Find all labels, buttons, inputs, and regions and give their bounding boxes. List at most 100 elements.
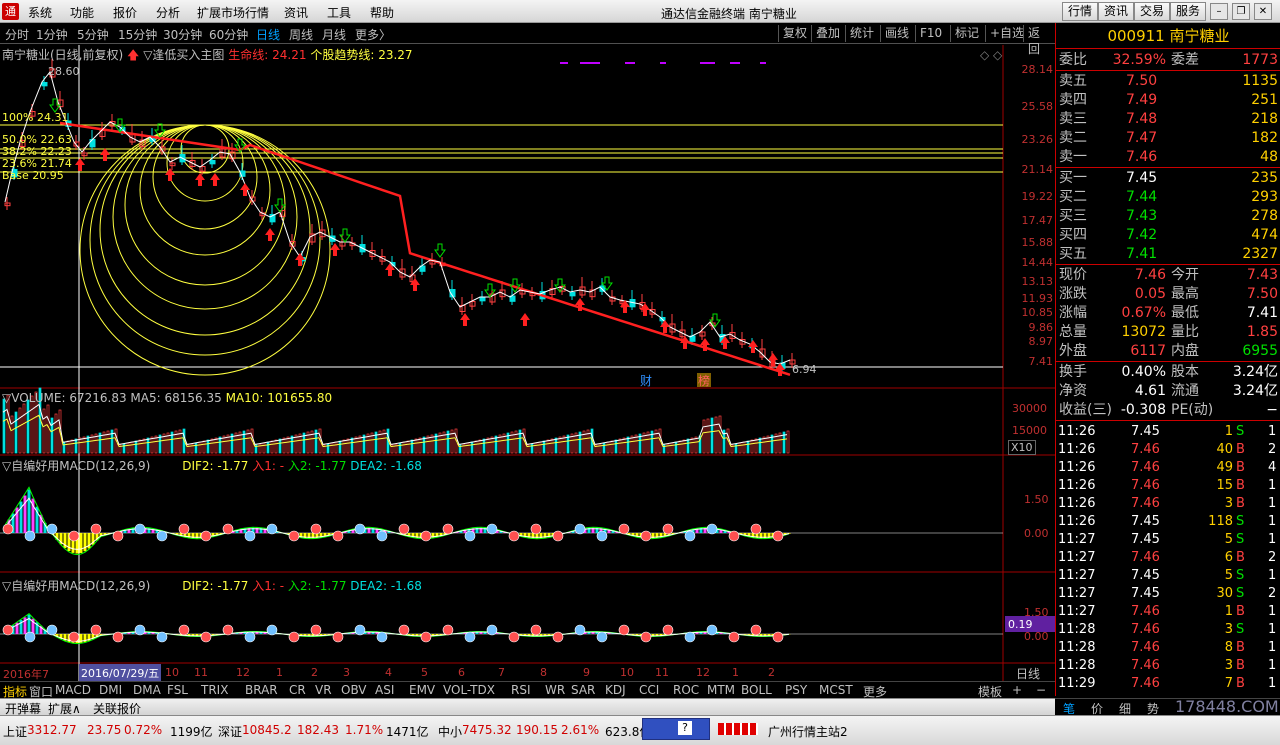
indicator-tab[interactable]: EMV [409,683,435,697]
period-monthly[interactable]: 月线 [322,26,346,43]
period-daily[interactable]: 日线 [256,26,280,43]
menu-extended-market[interactable]: 扩展市场行情 [197,4,269,21]
service-button[interactable]: 服务 [1170,2,1207,21]
period-5min[interactable]: 5分钟 [77,26,109,43]
indicator-tab[interactable]: WR [545,683,565,697]
statistics-button[interactable]: 统计 [845,25,878,42]
quote-row: 净资 4.61 流通 3.24亿 [1056,382,1280,401]
quotes-button[interactable]: 行情 [1062,2,1099,21]
indicator-tab-right[interactable]: − [1036,683,1046,697]
indicator-tab[interactable]: TRIX [201,683,228,697]
orderbook-row[interactable]: 卖一 7.46 48 [1056,148,1280,167]
orderbook-row[interactable]: 卖二 7.47 182 [1056,129,1280,148]
macd-signal-dot [574,624,586,636]
indicator-tab[interactable]: DMI [99,683,122,697]
add-watchlist-button[interactable]: +自选 [985,25,1028,42]
period-15min[interactable]: 15分钟 [118,26,157,43]
server-name[interactable]: 广州行情主站2 [768,723,848,740]
menu-tools[interactable]: 工具 [327,4,351,21]
trade-button[interactable]: 交易 [1134,2,1171,21]
indicator-tab[interactable]: RSI [511,683,531,697]
indicator-tab[interactable]: CCI [639,683,659,697]
menu-quotes[interactable]: 报价 [113,4,137,21]
volume-bar [614,439,618,454]
restore-icon[interactable]: ❐ [1232,3,1250,20]
orderbook-row[interactable]: 买三 7.43 278 [1056,207,1280,226]
orderbook-row[interactable]: 买二 7.44 293 [1056,188,1280,207]
indicator-tab[interactable]: ROC [673,683,699,697]
indicator-tab[interactable]: MCST [819,683,853,697]
indicator-tab[interactable]: MTM [707,683,735,697]
macd-signal-dot [398,624,410,636]
indicator-tab[interactable]: KDJ [605,683,626,697]
volume-bar [142,438,146,454]
volume-bar [466,442,470,454]
macd1-name[interactable]: ▽自编好用MACD(12,26,9) [2,459,150,473]
menu-news[interactable]: 资讯 [284,4,308,21]
macd2-in2: 入2: -1.77 [287,579,347,593]
macd-signal-dot [244,631,256,643]
period-weekly[interactable]: 周线 [289,26,313,43]
f10-button[interactable]: F10 [915,25,946,42]
volume-bar [134,440,138,454]
volume-bar [74,438,78,454]
period-1min[interactable]: 1分钟 [36,26,68,43]
orderbook-row[interactable]: 买四 7.42 474 [1056,226,1280,245]
draw-line-button[interactable]: 画线 [880,25,913,42]
back-button[interactable]: 返回 [1023,25,1055,56]
help-icon[interactable]: ? [678,721,692,735]
volume-ma10: MA10: 101655.80 [225,391,333,405]
indicator-tab[interactable]: OBV [341,683,367,697]
indicator-tab[interactable]: VOL-TDX [443,683,495,697]
buy-arrow-icon [210,173,220,186]
orderbook-row[interactable]: 卖四 7.49 251 [1056,91,1280,110]
indicator-tab[interactable]: SAR [571,683,595,697]
menu-help[interactable]: 帮助 [370,4,394,21]
orderbook-row[interactable]: 买五 7.41 2327 [1056,245,1280,264]
trade-tick-row: 11:27 7.46 6 B 2 [1056,549,1280,567]
macd-signal-dot [200,631,212,643]
volume-header: ▽VOLUME: 67216.83 MA5: 68156.35 MA10: 10… [2,391,332,405]
indicator-tab[interactable]: DMA [133,683,161,697]
indicator-tab[interactable]: FSL [167,683,188,697]
indicator-tab[interactable]: BOLL [741,683,772,697]
indicator-tab[interactable]: ASI [375,683,394,697]
indicator-tab[interactable]: VR [315,683,332,697]
orderbook-row[interactable]: 买一 7.45 235 [1056,169,1280,188]
macd-signal-dot [684,631,696,643]
indicator-tab-right[interactable]: + [1012,683,1022,697]
indicator-tab[interactable]: BRAR [245,683,278,697]
mark-button[interactable]: 标记 [950,25,983,42]
period-60min[interactable]: 60分钟 [209,26,248,43]
period-30min[interactable]: 30分钟 [163,26,202,43]
macd2-name[interactable]: ▽自编好用MACD(12,26,9) [2,579,150,593]
adjust-button[interactable]: 复权 [778,25,811,42]
date-tick: 1 [732,666,739,679]
orderbook-row[interactable]: 卖三 7.48 218 [1056,110,1280,129]
main-indicator-name[interactable]: ▽逢低买入主图 [143,48,224,62]
assistant-widget[interactable] [642,718,710,740]
volume-label[interactable]: ▽VOLUME: 67216.83 [2,391,127,405]
volume-bar [346,438,350,454]
menu-analysis[interactable]: 分析 [156,4,180,21]
indicator-tab[interactable]: CR [289,683,306,697]
overlay-button[interactable]: 叠加 [811,25,844,42]
tick-count: 1 [1268,496,1277,511]
menu-system[interactable]: 系统 [28,4,52,21]
orderbook-row[interactable]: 卖五 7.50 1135 [1056,72,1280,91]
close-icon[interactable]: ✕ [1254,3,1272,20]
minimize-icon[interactable]: – [1210,3,1228,20]
period-more[interactable]: 更多〉 [355,26,391,43]
macd-signal-dot [2,523,14,535]
tick-volume: 3 [1224,496,1233,511]
diamond-icon[interactable]: ◇ ◇ [980,48,1002,62]
period-tick[interactable]: 分时 [5,26,29,43]
macd-signal-dot [728,530,740,542]
indicator-tab[interactable]: MACD [55,683,91,697]
quote-value: 3.24亿 [1232,383,1278,399]
indicator-tab[interactable]: PSY [785,683,807,697]
volume-bar [66,440,70,454]
menu-function[interactable]: 功能 [70,4,94,21]
volume-bar [606,441,610,454]
news-button[interactable]: 资讯 [1098,2,1135,21]
